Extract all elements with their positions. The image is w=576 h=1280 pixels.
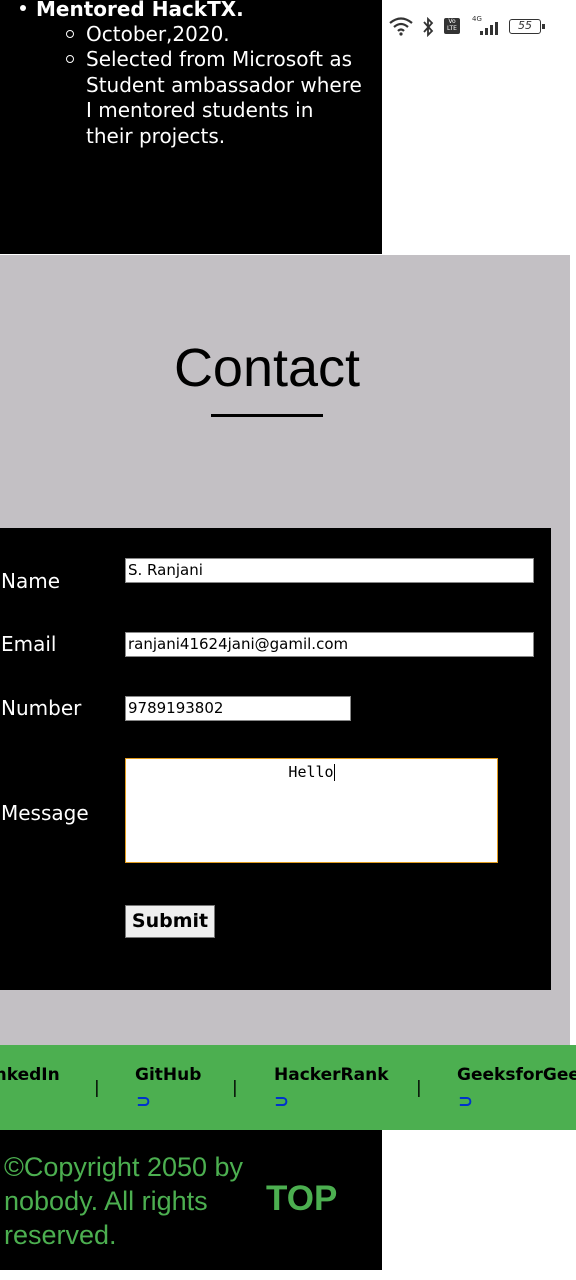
links-bar: LinkedIn | GitHub ⊃ | HackerRank ⊃ | Gee… (0, 1045, 576, 1130)
signal-icon (480, 22, 498, 35)
volte-icon: Vo LTE (444, 18, 460, 34)
experience-section: Mentored HackTX. October,2020. Selected … (0, 0, 382, 254)
text-cursor (333, 764, 335, 781)
experience-item: Selected from Microsoft as Student ambas… (66, 47, 366, 149)
wifi-icon (389, 17, 413, 36)
battery-icon: 55 (509, 19, 541, 34)
message-label: Message (1, 801, 89, 825)
separator: | (232, 1078, 238, 1098)
battery-tip (542, 24, 545, 29)
bullet-icon (20, 4, 26, 11)
link-linkedin[interactable]: LinkedIn (0, 1065, 60, 1085)
link-icon[interactable]: ⊃ (136, 1091, 151, 1112)
link-github[interactable]: GitHub (135, 1065, 201, 1085)
footer: ©Copyright 2050 by nobody. All rights re… (0, 1130, 382, 1270)
experience-title: Mentored HackTX. (20, 0, 244, 21)
contact-section: Contact Name S. Ranjani Email ranjani416… (0, 255, 570, 1045)
circle-bullet-icon (66, 30, 74, 38)
link-icon[interactable]: ⊃ (274, 1091, 289, 1112)
separator: | (416, 1078, 422, 1098)
name-input[interactable]: S. Ranjani (125, 558, 534, 583)
contact-form: Name S. Ranjani Email ranjani41624jani@g… (0, 528, 551, 990)
number-label: Number (1, 696, 82, 720)
link-hackerrank[interactable]: HackerRank (274, 1065, 389, 1085)
message-textarea[interactable]: Hello (125, 758, 498, 863)
copyright-text: ©Copyright 2050 by nobody. All rights re… (4, 1152, 244, 1250)
title-underline (211, 414, 323, 417)
separator: | (94, 1078, 100, 1098)
email-label: Email (1, 632, 57, 656)
link-icon[interactable]: ⊃ (458, 1091, 473, 1112)
number-input[interactable]: 9789193802 (125, 696, 351, 721)
experience-item: October,2020. (66, 22, 366, 48)
circle-bullet-icon (66, 55, 74, 63)
back-to-top-link[interactable]: TOP (266, 1179, 337, 1219)
bluetooth-icon (423, 17, 434, 37)
contact-title: Contact (173, 338, 361, 398)
status-bar: Vo LTE 4G 55 (388, 14, 558, 42)
submit-button[interactable]: Submit (125, 905, 215, 938)
email-input[interactable]: ranjani41624jani@gamil.com (125, 632, 534, 657)
name-label: Name (1, 569, 61, 593)
link-geeksforgeeks[interactable]: GeeksforGeeks (457, 1065, 576, 1085)
